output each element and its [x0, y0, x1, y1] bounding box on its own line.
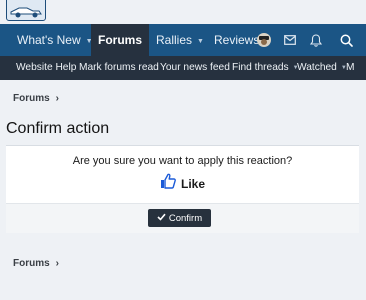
confirm-question: Are you sure you want to apply this reac… [72, 155, 293, 167]
breadcrumb-bottom[interactable]: Forums › [13, 258, 59, 269]
subnav-item-overflow[interactable]: M [346, 56, 355, 80]
chevron-right-icon: › [55, 93, 60, 104]
nav-item-whats-new[interactable]: What's New ▼ [17, 24, 93, 56]
confirm-button[interactable]: Confirm [148, 209, 211, 227]
subnav-item-label: Find threads [232, 62, 289, 73]
nav-item-reviews[interactable]: Reviews [214, 24, 259, 56]
subnav-item-mark-forums-read[interactable]: Mark forums read [79, 56, 159, 80]
bell-icon[interactable] [306, 24, 326, 56]
subnav-item-label: Watched [297, 62, 337, 73]
subnav-item-website-help[interactable]: Website Help [16, 56, 76, 80]
reaction-label: Like [180, 176, 205, 191]
search-icon[interactable] [336, 24, 356, 56]
main-nav: What's New ▼ Forums Rallies ▼ Reviews [0, 24, 366, 56]
nav-item-label: Rallies [156, 33, 193, 47]
nav-item-forums[interactable]: Forums [91, 24, 150, 56]
confirm-label: Confirm [168, 212, 203, 224]
breadcrumb-label: Forums [13, 258, 50, 269]
reaction-display: Like [6, 173, 359, 194]
top-strip [0, 0, 366, 24]
nav-item-label: What's New [17, 33, 81, 47]
subnav-item-label: Your news feed [160, 62, 230, 73]
site-logo[interactable] [6, 0, 46, 21]
panel-footer: Confirm [6, 203, 359, 233]
nav-item-rallies[interactable]: Rallies ▼ [156, 24, 204, 56]
subnav-item-news-feed[interactable]: Your news feed [160, 56, 230, 80]
nav-item-label: Forums [98, 33, 143, 47]
subnav-item-label: M [346, 62, 355, 73]
mail-icon[interactable] [280, 24, 300, 56]
nav-item-label: Reviews [214, 33, 260, 47]
check-icon [157, 213, 166, 224]
caret-down-icon[interactable]: ▼ [197, 38, 204, 45]
page-title: Confirm action [6, 120, 110, 137]
subnav-item-watched[interactable]: Watched ▼ [297, 56, 347, 80]
subnav-item-find-threads[interactable]: Find threads ▼ [232, 56, 299, 80]
subnav-item-label: Mark forums read [79, 62, 159, 73]
chevron-right-icon: › [55, 258, 60, 269]
breadcrumb[interactable]: Forums › [13, 93, 59, 104]
thumbs-up-icon [160, 173, 176, 194]
avatar-icon[interactable] [254, 24, 274, 56]
breadcrumb-label: Forums [13, 93, 50, 104]
sub-nav: Website Help Mark forums read Your news … [0, 56, 366, 80]
subnav-item-label: Website Help [16, 62, 77, 73]
confirm-panel: Are you sure you want to apply this reac… [6, 145, 359, 233]
